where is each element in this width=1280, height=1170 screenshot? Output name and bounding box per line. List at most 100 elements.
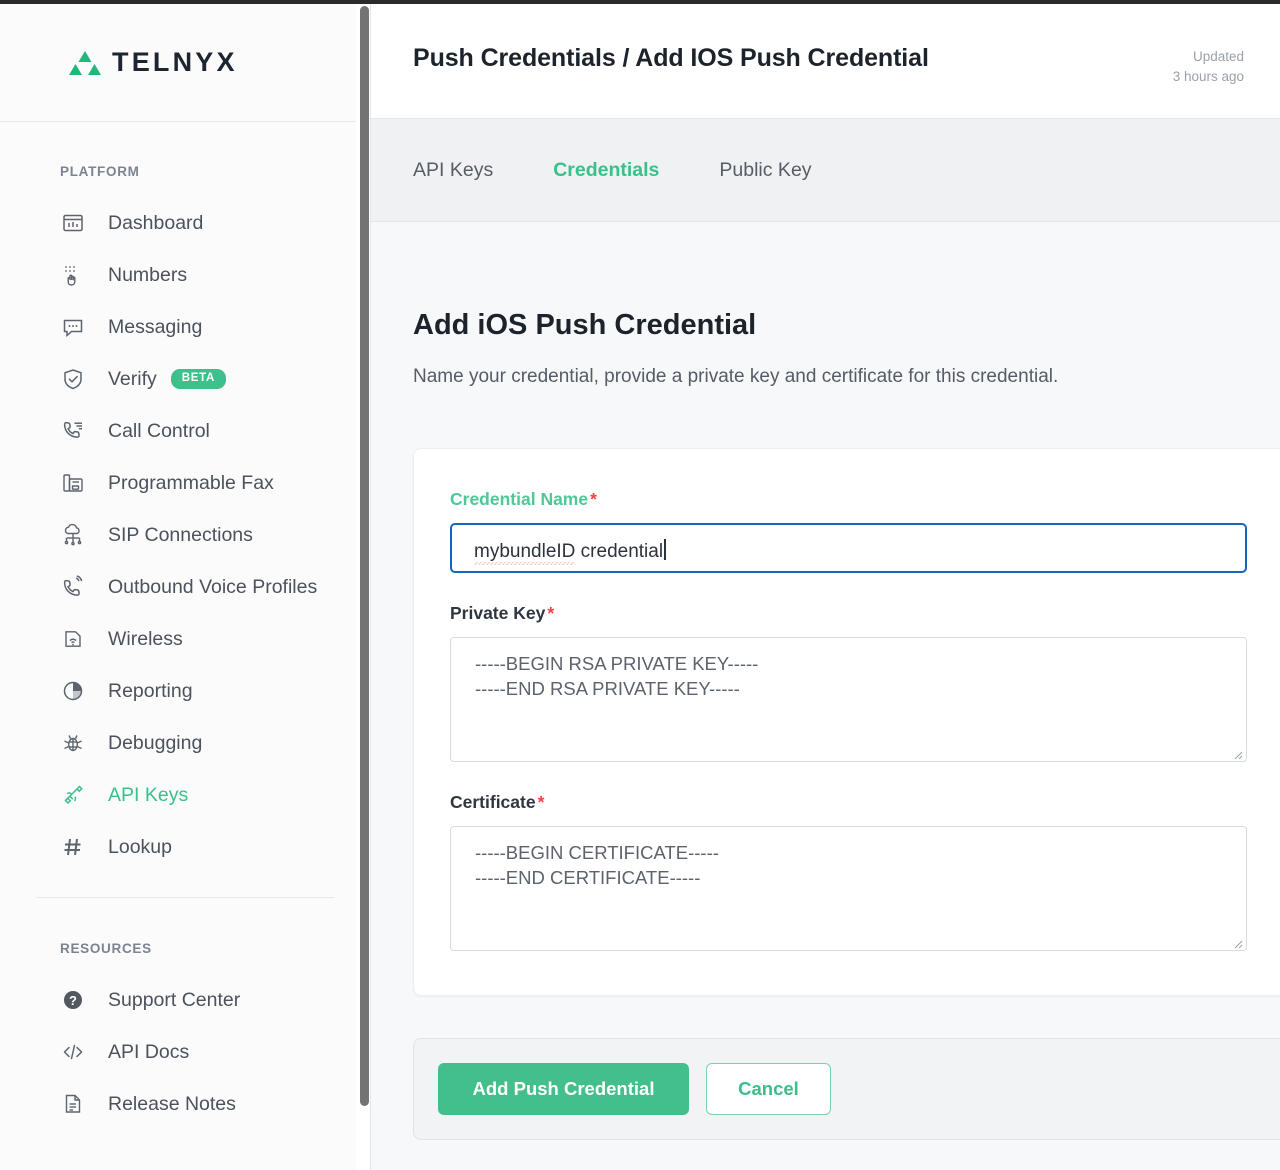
label-text: Private Key [450,603,545,623]
tab-credentials[interactable]: Credentials [553,159,659,182]
sidebar-section-platform: PLATFORM [0,164,370,179]
sidebar-scrollbar-track[interactable] [356,4,370,1170]
required-marker: * [590,489,597,509]
sidebar-item-messaging[interactable]: Messaging [0,301,370,353]
lookup-hash-icon [58,834,88,860]
content-area: Add iOS Push Credential Name your creden… [371,222,1280,1140]
sidebar-item-label: Reporting [108,680,193,703]
resize-handle-icon[interactable] [1231,747,1243,759]
resize-handle-icon[interactable] [1231,936,1243,948]
credential-name-input[interactable] [450,523,1247,573]
certificate-line-2: -----END CERTIFICATE----- [475,866,1224,890]
tab-public-key[interactable]: Public Key [719,159,811,182]
sidebar-item-lookup[interactable]: Lookup [0,821,370,873]
label-text: Credential Name [450,489,588,509]
sidebar-section-resources: RESOURCES [0,941,370,956]
sidebar-item-label: Release Notes [108,1093,236,1116]
sidebar-item-label: Call Control [108,420,210,443]
sidebar-item-label: Messaging [108,316,202,339]
api-keys-icon [58,782,88,808]
sidebar-item-label: Verify [108,368,157,391]
certificate-textarea[interactable]: -----BEGIN CERTIFICATE----- -----END CER… [450,826,1247,951]
form-action-bar: Add Push Credential Cancel [413,1038,1280,1140]
section-subtitle: Name your credential, provide a private … [413,366,1280,388]
brand-logo-block[interactable]: TELNYX [0,4,370,122]
sidebar-item-programmable-fax[interactable]: Programmable Fax [0,457,370,509]
numbers-icon [58,262,88,288]
private-key-label: Private Key* [450,603,1280,624]
sidebar-item-api-docs[interactable]: API Docs [0,1026,370,1078]
sidebar-item-label: API Docs [108,1041,189,1064]
field-certificate: Certificate* -----BEGIN CERTIFICATE-----… [450,792,1280,951]
credential-name-label: Credential Name* [450,489,1280,510]
telnyx-logo[interactable]: TELNYX [68,47,238,78]
page-header: Push Credentials / Add IOS Push Credenti… [371,4,1280,119]
certificate-line-1: -----BEGIN CERTIFICATE----- [475,841,1224,865]
sidebar-item-call-control[interactable]: Call Control [0,405,370,457]
main-content: Push Credentials / Add IOS Push Credenti… [371,4,1280,1170]
required-marker: * [547,603,554,623]
updated-value: 3 hours ago [1173,67,1244,87]
api-docs-code-icon [58,1039,88,1065]
required-marker: * [538,792,545,812]
sidebar-item-verify[interactable]: Verify BETA [0,353,370,405]
messaging-icon [58,314,88,340]
sidebar-item-label: API Keys [108,784,188,807]
sidebar-item-label: SIP Connections [108,524,253,547]
sidebar-item-label: Wireless [108,628,183,651]
sidebar-item-label: Outbound Voice Profiles [108,576,317,599]
tab-api-keys[interactable]: API Keys [413,159,493,182]
private-key-textarea[interactable]: -----BEGIN RSA PRIVATE KEY----- -----END… [450,637,1247,762]
sidebar-item-sip-connections[interactable]: SIP Connections [0,509,370,561]
updated-status: Updated 3 hours ago [1173,44,1244,88]
tab-bar: API Keys Credentials Public Key [371,119,1280,222]
sidebar-item-outbound-voice-profiles[interactable]: Outbound Voice Profiles [0,561,370,613]
sidebar-scrollbar-thumb[interactable] [360,6,369,1106]
credential-name-input-wrap: mybundleID credential [450,523,1247,573]
add-push-credential-button[interactable]: Add Push Credential [438,1063,689,1115]
fax-icon [58,470,88,496]
sidebar-platform-nav: Dashboard Numbers [0,197,370,873]
sidebar-item-label: Support Center [108,989,240,1012]
svg-text:?: ? [69,993,77,1008]
sip-connections-icon [58,522,88,548]
app-shell: TELNYX PLATFORM Dashboard [0,4,1280,1170]
sidebar-item-dashboard[interactable]: Dashboard [0,197,370,249]
sidebar-item-label: Numbers [108,264,187,287]
private-key-line-1: -----BEGIN RSA PRIVATE KEY----- [475,652,1224,676]
brand-name: TELNYX [112,47,238,78]
sidebar-resources-nav: ? Support Center API Docs [0,974,370,1130]
sidebar: TELNYX PLATFORM Dashboard [0,4,371,1170]
sidebar-item-debugging[interactable]: Debugging [0,717,370,769]
reporting-pie-icon [58,678,88,704]
support-question-icon: ? [58,987,88,1013]
outbound-voice-icon [58,574,88,600]
sidebar-item-support-center[interactable]: ? Support Center [0,974,370,1026]
page-title: Push Credentials / Add IOS Push Credenti… [413,44,929,73]
sidebar-item-api-keys[interactable]: API Keys [0,769,370,821]
sidebar-item-label: Debugging [108,732,202,755]
wireless-sim-icon [58,626,88,652]
sidebar-item-reporting[interactable]: Reporting [0,665,370,717]
sidebar-item-label: Programmable Fax [108,472,274,495]
label-text: Certificate [450,792,536,812]
debugging-bug-icon [58,730,88,756]
field-private-key: Private Key* -----BEGIN RSA PRIVATE KEY-… [450,603,1280,762]
dashboard-icon [58,210,88,236]
private-key-line-2: -----END RSA PRIVATE KEY----- [475,677,1224,701]
sidebar-divider [36,897,334,898]
status-badge: BETA [171,369,226,389]
release-notes-doc-icon [58,1091,88,1117]
call-control-icon [58,418,88,444]
cancel-button[interactable]: Cancel [706,1063,831,1115]
certificate-label: Certificate* [450,792,1280,813]
credential-form-card: Credential Name* mybundleID credential P… [413,448,1280,996]
telnyx-triangle-logo-icon [68,49,102,77]
sidebar-item-numbers[interactable]: Numbers [0,249,370,301]
sidebar-item-label: Lookup [108,836,172,859]
sidebar-item-release-notes[interactable]: Release Notes [0,1078,370,1130]
window-top-bar [0,0,1280,4]
sidebar-item-wireless[interactable]: Wireless [0,613,370,665]
section-title: Add iOS Push Credential [413,309,1280,342]
verify-shield-icon [58,366,88,392]
